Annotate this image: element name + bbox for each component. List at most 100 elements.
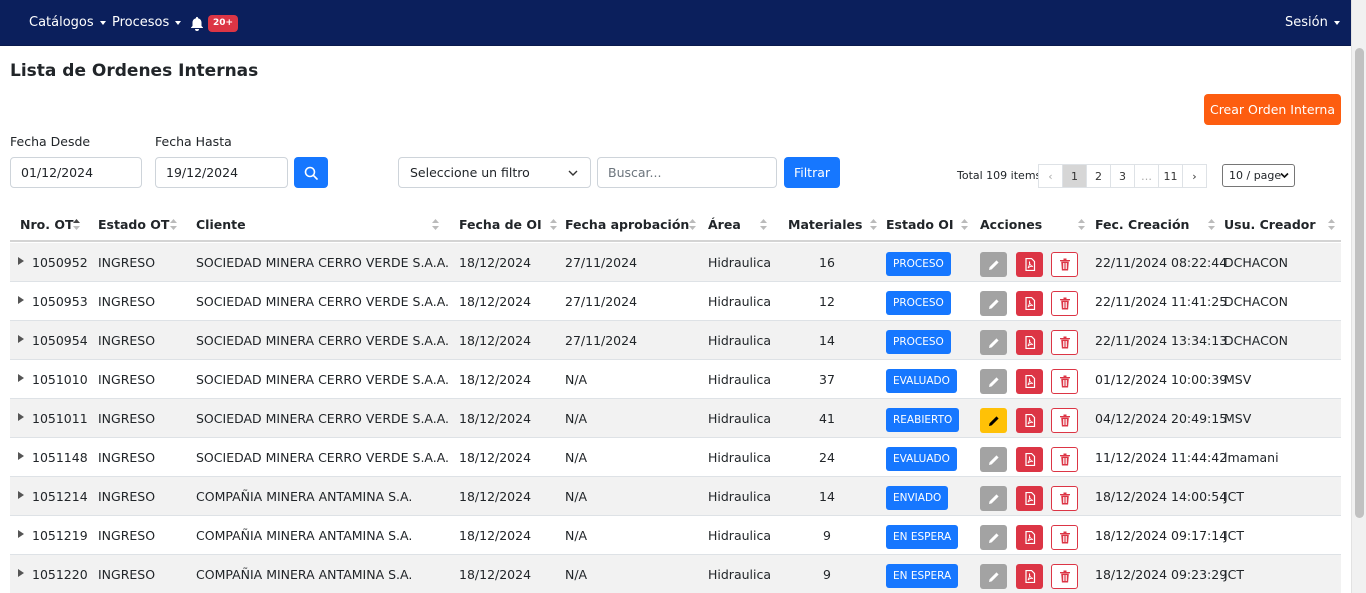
search-input[interactable]: Buscar...: [597, 157, 777, 188]
sort-icon[interactable]: [760, 218, 767, 231]
expand-row-icon[interactable]: [18, 452, 24, 460]
delete-button[interactable]: [1051, 447, 1078, 472]
bell-icon[interactable]: [189, 15, 205, 31]
sort-icon[interactable]: [550, 218, 557, 231]
menu-catalogos[interactable]: Catálogos: [29, 15, 106, 30]
table-row[interactable]: 1051011 INGRESO SOCIEDAD MINERA CERRO VERD…: [10, 399, 1341, 438]
sort-icon[interactable]: [1208, 218, 1215, 231]
table-row[interactable]: 1051219 INGRESO COMPAÑIA MINERA ANTAMINA S…: [10, 516, 1341, 555]
table-row[interactable]: 1051148 INGRESO SOCIEDAD MINERA CERRO VERD…: [10, 438, 1341, 477]
menu-procesos[interactable]: Procesos: [112, 15, 182, 30]
filter-select[interactable]: Seleccione un filtro: [398, 157, 591, 188]
sort-icon[interactable]: [870, 218, 877, 231]
edit-button[interactable]: [980, 564, 1007, 589]
sort-icon[interactable]: [73, 218, 80, 231]
cell-usuario: DCHACON: [1224, 255, 1289, 270]
expand-row-icon[interactable]: [18, 257, 24, 265]
pdf-button[interactable]: [1016, 369, 1043, 394]
session-menu[interactable]: Sesión: [1285, 15, 1340, 30]
create-order-button[interactable]: Crear Orden Interna: [1204, 94, 1341, 125]
edit-button[interactable]: [980, 252, 1007, 277]
edit-button[interactable]: [980, 408, 1007, 433]
expand-row-icon[interactable]: [18, 413, 24, 421]
status-badge: REABIERTO: [886, 408, 960, 432]
expand-row-icon[interactable]: [18, 335, 24, 343]
prev-page-button[interactable]: ‹: [1038, 164, 1063, 188]
cell-fec-creacion: 22/11/2024 08:22:44: [1095, 255, 1228, 270]
cell-fecha-aprobacion: N/A: [565, 372, 588, 387]
pdf-button[interactable]: [1016, 525, 1043, 550]
pdf-button[interactable]: [1016, 330, 1043, 355]
sort-icon[interactable]: [689, 218, 696, 231]
column-header[interactable]: Usu. Creador: [1224, 217, 1316, 232]
delete-button[interactable]: [1051, 252, 1078, 277]
column-header[interactable]: Materiales: [788, 217, 862, 232]
expand-row-icon[interactable]: [18, 296, 24, 304]
expand-row-icon[interactable]: [18, 530, 24, 538]
table-row[interactable]: 1050953 INGRESO SOCIEDAD MINERA CERRO VERD…: [10, 282, 1341, 321]
pdf-button[interactable]: [1016, 252, 1043, 277]
sort-icon[interactable]: [961, 218, 968, 231]
table-row[interactable]: 1051220 INGRESO COMPAÑIA MINERA ANTAMINA S…: [10, 555, 1341, 593]
column-header[interactable]: Estado OI: [886, 217, 954, 232]
delete-button[interactable]: [1051, 330, 1078, 355]
table-row[interactable]: 1050954 INGRESO SOCIEDAD MINERA CERRO VERD…: [10, 321, 1341, 360]
sort-icon[interactable]: [1078, 218, 1085, 231]
delete-button[interactable]: [1051, 564, 1078, 589]
page-11-button[interactable]: 11: [1158, 164, 1183, 188]
column-header[interactable]: Fec. Creación: [1095, 217, 1189, 232]
cell-cliente: SOCIEDAD MINERA CERRO VERDE S.A.A.: [196, 294, 450, 309]
sort-icon[interactable]: [432, 218, 439, 231]
edit-button[interactable]: [980, 486, 1007, 511]
date-from-input[interactable]: 01/12/2024: [10, 157, 142, 188]
delete-button[interactable]: [1051, 291, 1078, 316]
cell-area: Hidraulica: [708, 489, 772, 504]
edit-button[interactable]: [980, 330, 1007, 355]
column-header[interactable]: Área: [708, 217, 741, 232]
table-row[interactable]: 1051214 INGRESO COMPAÑIA MINERA ANTAMINA S…: [10, 477, 1341, 516]
date-search-button[interactable]: [294, 157, 328, 188]
column-header[interactable]: Fecha de OI: [459, 217, 542, 232]
page-1-button[interactable]: 1: [1062, 164, 1087, 188]
page-size-select[interactable]: 10 / page: [1222, 164, 1295, 187]
cell-fecha-aprobacion: N/A: [565, 489, 588, 504]
edit-button[interactable]: [980, 369, 1007, 394]
page-ellipsis[interactable]: …: [1134, 164, 1159, 188]
pdf-button[interactable]: [1016, 447, 1043, 472]
pdf-button[interactable]: [1016, 408, 1043, 433]
filter-button[interactable]: Filtrar: [784, 157, 840, 188]
page-3-button[interactable]: 3: [1110, 164, 1135, 188]
cell-cliente: COMPAÑIA MINERA ANTAMINA S.A.: [196, 567, 413, 582]
edit-button[interactable]: [980, 447, 1007, 472]
column-header[interactable]: Acciones: [980, 217, 1042, 232]
cell-estado-ot: INGRESO: [98, 333, 156, 348]
column-header[interactable]: Fecha aprobación: [565, 217, 689, 232]
expand-row-icon[interactable]: [18, 374, 24, 382]
expand-row-icon[interactable]: [18, 569, 24, 577]
edit-button[interactable]: [980, 291, 1007, 316]
pdf-button[interactable]: [1016, 291, 1043, 316]
pdf-icon: [1024, 531, 1035, 544]
pdf-button[interactable]: [1016, 564, 1043, 589]
column-header[interactable]: Cliente: [196, 217, 246, 232]
page-2-button[interactable]: 2: [1086, 164, 1111, 188]
table-row[interactable]: 1051010 INGRESO SOCIEDAD MINERA CERRO VERD…: [10, 360, 1341, 399]
edit-button[interactable]: [980, 525, 1007, 550]
next-page-button[interactable]: ›: [1182, 164, 1207, 188]
delete-button[interactable]: [1051, 408, 1078, 433]
delete-button[interactable]: [1051, 486, 1078, 511]
pdf-button[interactable]: [1016, 486, 1043, 511]
page-scrollbar[interactable]: [1351, 0, 1366, 593]
sort-icon[interactable]: [170, 218, 177, 231]
date-to-input[interactable]: 19/12/2024: [155, 157, 288, 188]
sort-icon[interactable]: [1328, 218, 1335, 231]
pdf-icon: [1024, 375, 1035, 388]
expand-row-icon[interactable]: [18, 491, 24, 499]
column-header[interactable]: Nro. OT: [20, 217, 73, 232]
column-header[interactable]: Estado OT: [98, 217, 169, 232]
table-row[interactable]: 1050952 INGRESO SOCIEDAD MINERA CERRO VERD…: [10, 243, 1341, 282]
delete-button[interactable]: [1051, 525, 1078, 550]
delete-button[interactable]: [1051, 369, 1078, 394]
scrollbar-thumb[interactable]: [1355, 48, 1364, 518]
pdf-icon: [1024, 492, 1035, 505]
